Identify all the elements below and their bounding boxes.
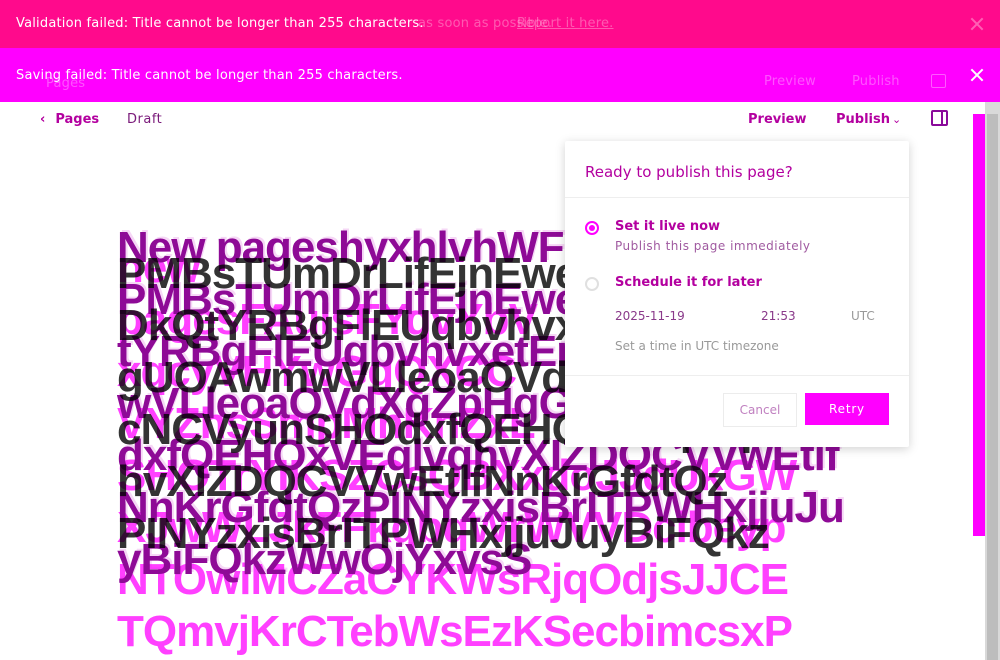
divider	[565, 197, 909, 198]
schedule-fields: 2025-11-19 21:53 UTC	[615, 309, 895, 339]
retry-button[interactable]: Retry	[805, 393, 889, 425]
divider	[565, 375, 909, 376]
publish-popover: Ready to publish this page? Set it live …	[565, 141, 909, 447]
timezone-note: Set a time in UTC timezone	[615, 339, 779, 353]
close-icon[interactable]	[970, 68, 984, 82]
scrollbar[interactable]	[973, 102, 1000, 660]
post-status: Draft	[127, 112, 163, 127]
popover-title: Ready to publish this page?	[585, 163, 793, 181]
chevron-down-icon: ⌄	[892, 113, 902, 126]
scroll-thumb[interactable]	[973, 114, 985, 534]
radio-selected[interactable]	[585, 221, 599, 235]
scroll-up-arrow-icon[interactable]	[985, 102, 1000, 114]
validation-error-message: Validation failed: Title cannot be longe…	[16, 16, 424, 31]
option-label: Schedule it for later	[615, 275, 762, 290]
cancel-button[interactable]: Cancel	[723, 393, 797, 427]
saving-error-message: Saving failed: Title cannot be longer th…	[16, 68, 403, 83]
ghost-sidebar-icon	[931, 74, 946, 88]
close-icon[interactable]	[970, 17, 984, 31]
editor-header: ‹ Pages Draft Preview Publish ⌄	[0, 102, 970, 138]
sidebar-toggle-icon[interactable]	[931, 110, 948, 126]
timezone-label: UTC	[851, 309, 875, 323]
validation-error-banner: as soon as possible. Report it here. Val…	[0, 0, 1000, 48]
schedule-date-input[interactable]: 2025-11-19	[615, 309, 685, 323]
scroll-stripe	[987, 102, 998, 660]
chevron-left-icon: ‹	[40, 112, 46, 127]
radio-unselected[interactable]	[585, 277, 599, 291]
back-to-pages-link[interactable]: ‹ Pages	[40, 112, 99, 127]
option-description: Publish this page immediately	[615, 239, 811, 253]
scroll-indicator	[973, 496, 985, 536]
banner-ghost-report-link: Report it here.	[517, 16, 614, 31]
back-label: Pages	[55, 112, 100, 127]
publish-menu-button[interactable]: Publish ⌄	[836, 112, 901, 127]
banner-ghost-preview: Preview	[764, 74, 817, 89]
preview-button[interactable]: Preview	[748, 112, 807, 127]
saving-error-banner: Pages Preview Publish Saving failed: Tit…	[0, 48, 1000, 102]
schedule-time-input[interactable]: 21:53	[761, 309, 796, 323]
banner-ghost-publish: Publish	[852, 74, 900, 89]
publish-label: Publish	[836, 112, 890, 127]
option-label: Set it live now	[615, 219, 721, 234]
